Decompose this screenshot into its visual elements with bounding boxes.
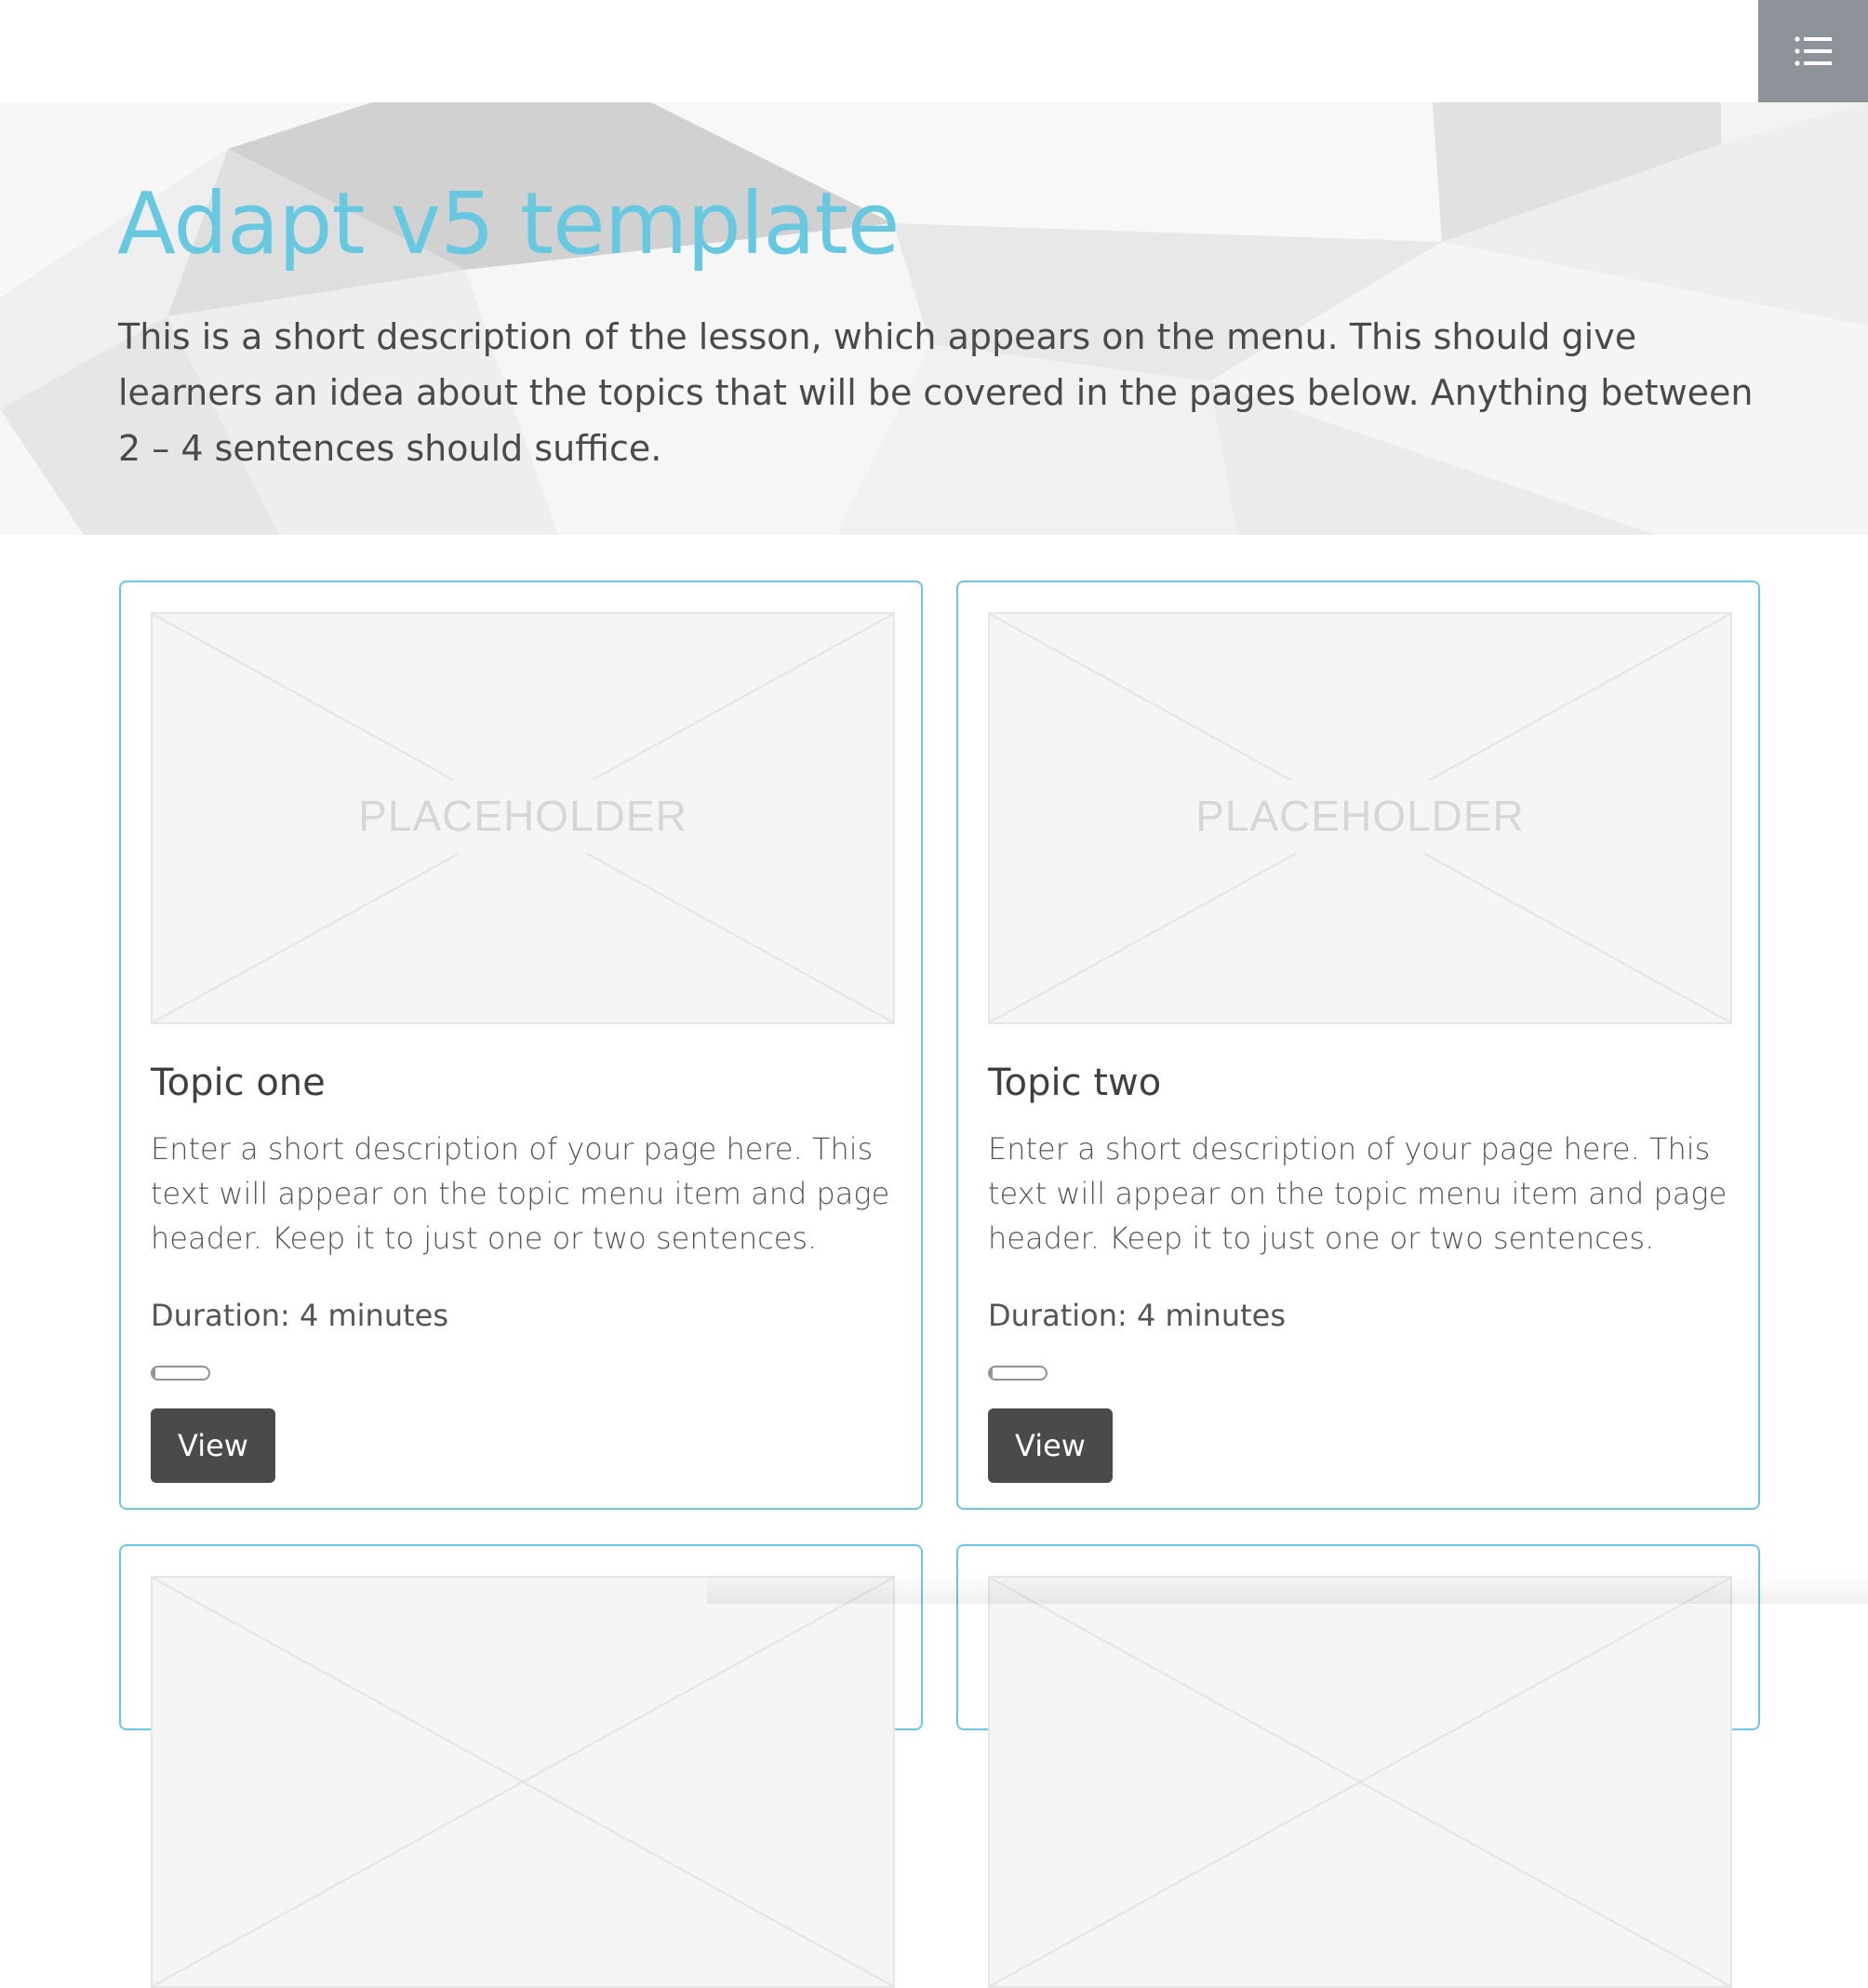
card-duration: Duration: 4 minutes (988, 1298, 1286, 1333)
placeholder-image (988, 1576, 1732, 1988)
card-description: Enter a short description of your page h… (988, 1131, 1728, 1256)
placeholder-label: PLACEHOLDER (358, 792, 687, 840)
card-duration: Duration: 4 minutes (151, 1298, 448, 1333)
list-icon (1795, 36, 1832, 66)
menu-item-card (956, 1544, 1760, 1988)
menu-item-card: PLACEHOLDER Topic two Enter a short desc… (956, 580, 1760, 1510)
progress-bar-fill (153, 1368, 155, 1379)
placeholder-cross-icon (990, 1578, 1730, 1986)
progress-bar-fill (990, 1368, 993, 1379)
view-button[interactable]: View (151, 1408, 275, 1483)
menu-header: Adapt v5 template This is a short descri… (0, 102, 1868, 535)
view-button[interactable]: View (988, 1408, 1113, 1483)
card-title: Topic one (151, 1061, 326, 1104)
top-navbar (0, 0, 1868, 102)
menu-button[interactable] (1758, 0, 1868, 102)
menu-item-card (119, 1544, 923, 1988)
page-title: Adapt v5 template (117, 174, 900, 274)
placeholder-cross-icon (153, 1578, 893, 1986)
card-title: Topic two (988, 1061, 1162, 1104)
placeholder-label: PLACEHOLDER (1195, 792, 1525, 840)
progress-bar (988, 1366, 1047, 1381)
placeholder-image: PLACEHOLDER (988, 612, 1732, 1024)
page-description: This is a short description of the lesso… (118, 316, 1754, 469)
menu-item-card: PLACEHOLDER Topic one Enter a short desc… (119, 580, 923, 1510)
card-description: Enter a short description of your page h… (151, 1131, 890, 1256)
placeholder-image (151, 1576, 895, 1988)
progress-bar (151, 1366, 210, 1381)
placeholder-image: PLACEHOLDER (151, 612, 895, 1024)
